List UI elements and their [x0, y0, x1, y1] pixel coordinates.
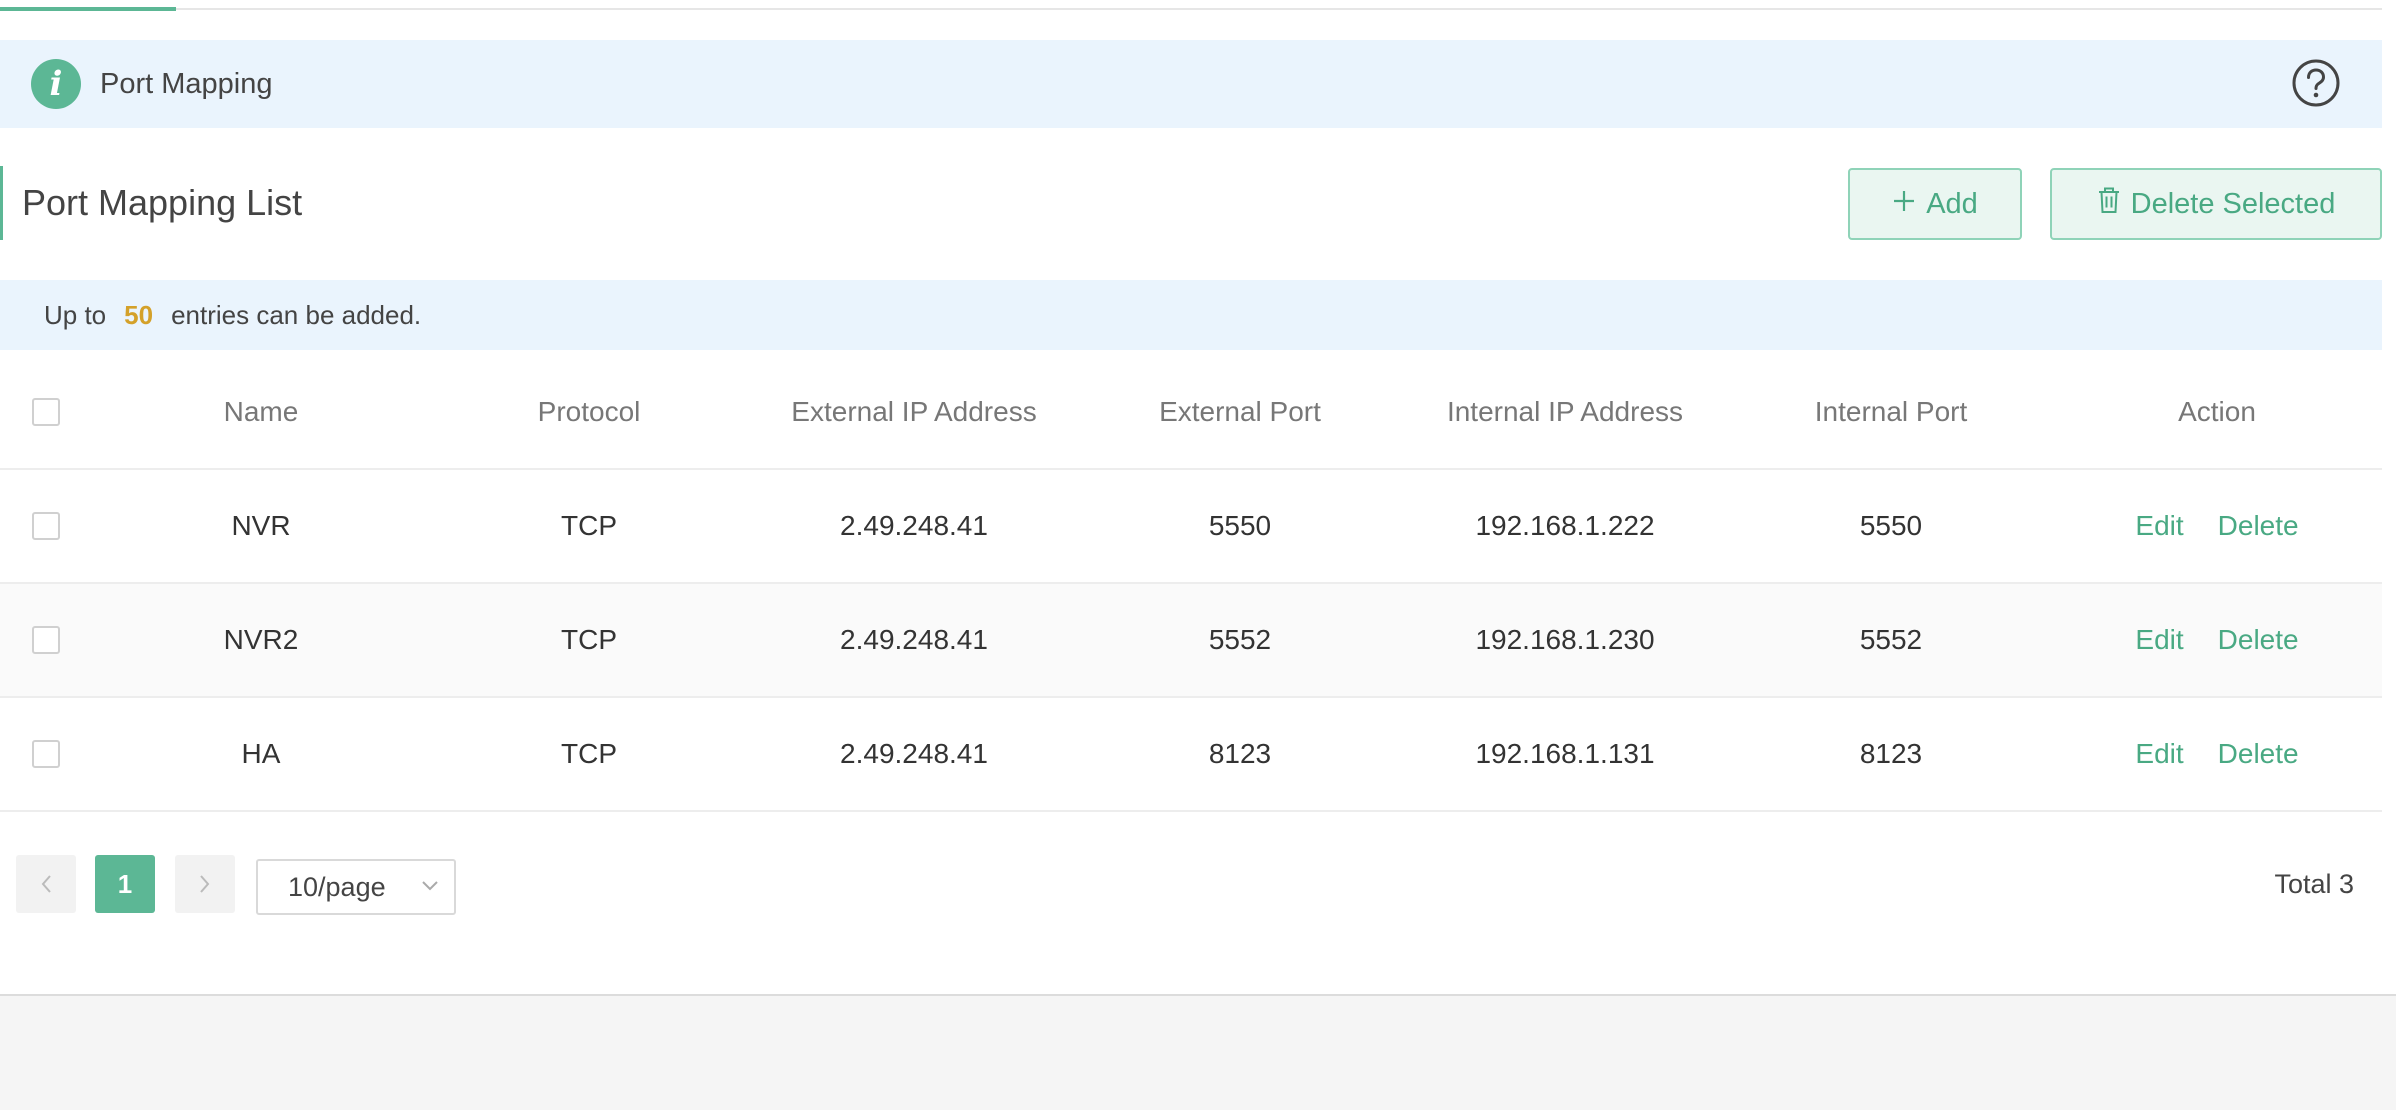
cell-external-ip: 2.49.248.41: [840, 738, 988, 769]
delete-link[interactable]: Delete: [2218, 510, 2299, 542]
cell-name: NVR: [231, 510, 291, 541]
info-icon: i: [31, 59, 81, 109]
chevron-down-icon: [422, 881, 438, 891]
column-header-external-ip: External IP Address: [791, 395, 1037, 427]
cell-action: Edit Delete: [2052, 584, 2382, 696]
delete-selected-label: Delete Selected: [2130, 187, 2336, 220]
cell-protocol: TCP: [561, 738, 617, 769]
plus-icon: [1892, 188, 1916, 221]
page-size-value: 10/page: [288, 871, 386, 902]
cell-name: NVR2: [223, 624, 299, 655]
row-checkbox[interactable]: [32, 512, 60, 540]
edit-link[interactable]: Edit: [2135, 738, 2183, 770]
list-header: Port Mapping List: [0, 166, 2382, 240]
cell-internal-ip: 192.168.1.131: [1475, 738, 1655, 769]
active-tab-indicator: [0, 7, 176, 11]
edit-link[interactable]: Edit: [2135, 624, 2183, 656]
list-title: Port Mapping List: [22, 182, 303, 223]
cell-name: HA: [241, 738, 281, 769]
cell-protocol: TCP: [561, 510, 617, 541]
chevron-left-icon: [41, 875, 51, 893]
cell-external-port: 8123: [1208, 738, 1272, 769]
column-header-internal-port: Internal Port: [1814, 395, 1968, 427]
next-page-button[interactable]: [175, 855, 235, 913]
entry-limit-notice: Up to 50 entries can be added.: [0, 280, 2382, 350]
notice-prefix: Up to: [44, 299, 107, 330]
notice-max-entries: 50: [124, 299, 154, 330]
cell-external-ip: 2.49.248.41: [840, 624, 988, 655]
delete-selected-button[interactable]: Delete Selected: [2050, 168, 2382, 240]
footer-area: [0, 996, 2396, 1110]
column-header-external-port: External Port: [1159, 395, 1321, 427]
page-title: Port Mapping: [100, 68, 273, 100]
cell-internal-ip: 192.168.1.222: [1475, 510, 1655, 541]
prev-page-button[interactable]: [16, 855, 76, 913]
column-header-action: Action: [2178, 395, 2256, 427]
port-mapping-table: Name Protocol External IP Address Extern…: [0, 355, 2382, 812]
cell-internal-port: 5550: [1859, 510, 1923, 541]
column-header-protocol: Protocol: [537, 395, 641, 427]
row-select-cell: [0, 470, 92, 582]
cell-internal-port: 5552: [1859, 624, 1923, 655]
column-header-name: Name: [223, 395, 299, 427]
help-icon[interactable]: [2291, 58, 2341, 108]
cell-action: Edit Delete: [2052, 698, 2382, 810]
list-title-accent: [0, 166, 3, 240]
delete-link[interactable]: Delete: [2218, 738, 2299, 770]
cell-external-ip: 2.49.248.41: [840, 510, 988, 541]
add-button[interactable]: Add: [1848, 168, 2022, 240]
cell-external-port: 5552: [1208, 624, 1272, 655]
table-row: NVR TCP 2.49.248.41 5550 192.168.1.222 5…: [0, 470, 2382, 584]
tab-divider: [0, 8, 2382, 10]
cell-action: Edit Delete: [2052, 470, 2382, 582]
top-tab-strip: [0, 0, 2382, 11]
row-checkbox[interactable]: [32, 626, 60, 654]
chevron-right-icon: [200, 875, 210, 893]
select-all-checkbox[interactable]: [32, 397, 60, 426]
total-count: Total 3: [2274, 869, 2354, 899]
cell-external-port: 5550: [1208, 510, 1272, 541]
edit-link[interactable]: Edit: [2135, 510, 2183, 542]
table-row: HA TCP 2.49.248.41 8123 192.168.1.131 81…: [0, 698, 2382, 812]
notice-suffix: entries can be added.: [171, 299, 422, 330]
row-select-cell: [0, 698, 92, 810]
page-size-select[interactable]: 10/page: [256, 859, 456, 915]
page-header: i Port Mapping: [0, 40, 2382, 128]
cell-protocol: TCP: [561, 624, 617, 655]
page-number-current[interactable]: 1: [95, 855, 155, 913]
table-header-row: Name Protocol External IP Address Extern…: [0, 355, 2382, 470]
pagination: 1 10/page Total 3: [0, 855, 2382, 915]
table-row: NVR2 TCP 2.49.248.41 5552 192.168.1.230 …: [0, 584, 2382, 698]
cell-internal-ip: 192.168.1.230: [1475, 624, 1655, 655]
column-header-internal-ip: Internal IP Address: [1446, 395, 1684, 427]
add-button-label: Add: [1926, 187, 1978, 220]
row-checkbox[interactable]: [32, 740, 60, 768]
trash-icon: [2097, 186, 2121, 222]
delete-link[interactable]: Delete: [2218, 624, 2299, 656]
row-select-cell: [0, 584, 92, 696]
page: i Port Mapping Port Mapping List Add Del…: [0, 0, 2396, 1110]
select-all-cell: [0, 355, 92, 468]
cell-internal-port: 8123: [1859, 738, 1923, 769]
